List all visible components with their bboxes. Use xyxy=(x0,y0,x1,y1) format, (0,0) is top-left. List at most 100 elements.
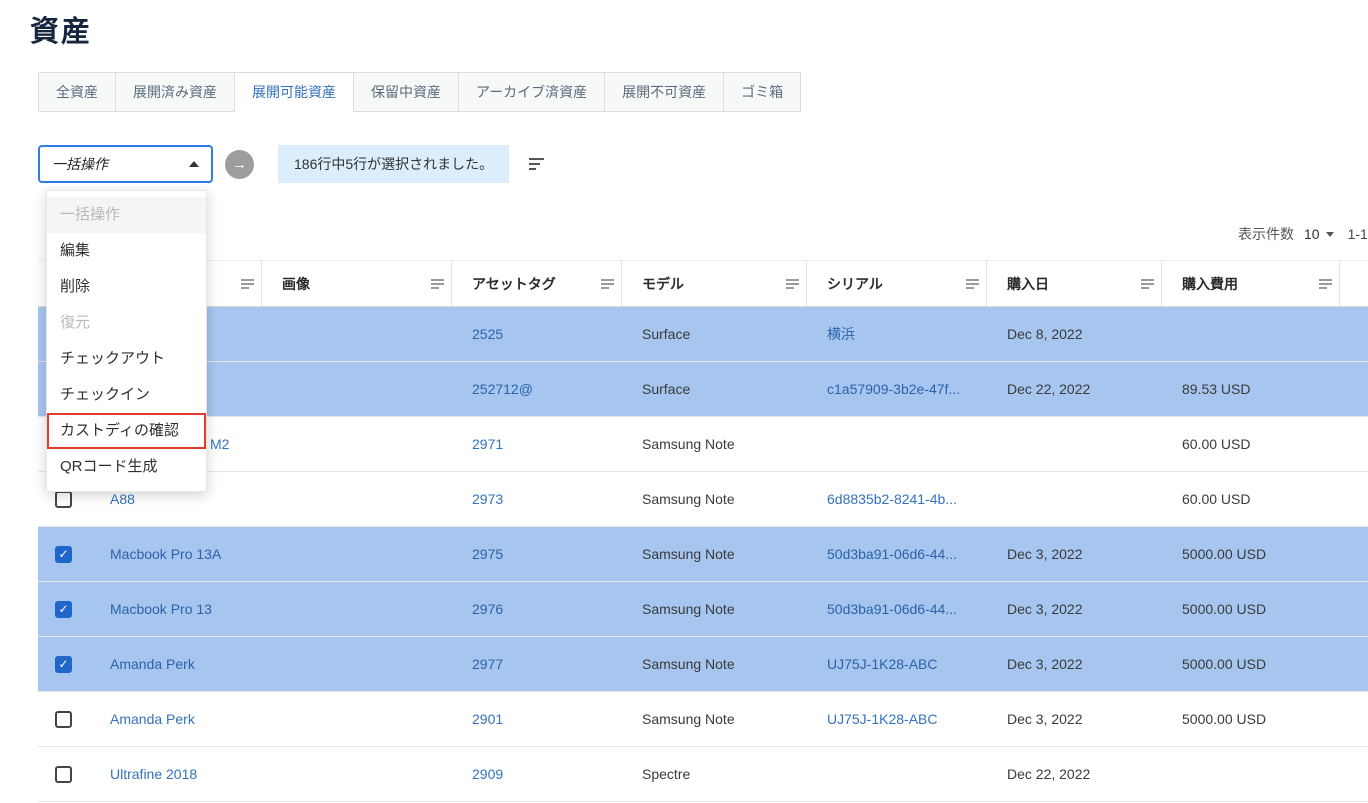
purchase-date-text: Dec 8, 2022 xyxy=(1007,326,1083,342)
sort-lines-icon[interactable] xyxy=(529,155,544,173)
model-text: Samsung Note xyxy=(642,491,735,507)
bulk-action-option[interactable]: QRコード生成 xyxy=(47,449,206,485)
asset-serial-link[interactable]: UJ75J-1K28-ABC xyxy=(827,711,938,727)
column-header-label: シリアル xyxy=(827,274,883,294)
column-filter-icon[interactable] xyxy=(1319,277,1332,291)
asset-tag-link[interactable]: 2901 xyxy=(472,711,503,727)
caret-up-icon xyxy=(189,161,199,167)
asset-tag-link[interactable]: 2976 xyxy=(472,601,503,617)
tab-deployed-assets[interactable]: 展開済み資産 xyxy=(115,72,235,112)
asset-name-link[interactable]: Macbook Pro 13 xyxy=(110,601,212,617)
bulk-action-option[interactable]: 編集 xyxy=(47,233,206,269)
asset-tag-link[interactable]: 2973 xyxy=(472,491,503,507)
column-filter-icon[interactable] xyxy=(1141,277,1154,291)
asset-tag-link[interactable]: 2909 xyxy=(472,766,503,782)
row-checkbox[interactable] xyxy=(55,491,72,508)
row-checkbox[interactable] xyxy=(55,601,72,618)
column-filter-icon[interactable] xyxy=(241,277,254,291)
page-title: 資産 xyxy=(30,8,92,50)
tab-deployable-assets[interactable]: 展開可能資産 xyxy=(234,72,354,112)
tab-undeployable-assets[interactable]: 展開不可資産 xyxy=(604,72,724,112)
purchase-date-text: Dec 3, 2022 xyxy=(1007,711,1083,727)
table-row: A88 2973 Samsung Note 6d8835b2-8241-4b... 60… xyxy=(38,472,1368,527)
bulk-actions-select[interactable]: 一括操作 xyxy=(38,145,213,183)
column-header-label: 画像 xyxy=(282,274,310,294)
purchase-date-text: Dec 3, 2022 xyxy=(1007,546,1083,562)
purchase-date-text: Dec 22, 2022 xyxy=(1007,766,1090,782)
asset-name-link[interactable]: Ultrafine 2018 xyxy=(110,766,197,782)
column-filter-icon[interactable] xyxy=(431,277,444,291)
row-checkbox[interactable] xyxy=(55,546,72,563)
asset-name-link[interactable]: Macbook Pro 13A xyxy=(110,546,221,562)
tab-all-assets[interactable]: 全資産 xyxy=(38,72,116,112)
asset-serial-link[interactable]: 6d8835b2-8241-4b... xyxy=(827,491,957,507)
purchase-cost-text: 5000.00 USD xyxy=(1182,656,1266,672)
bulk-action-option: 一括操作 xyxy=(47,197,206,233)
table-header-row: 画像 アセットタグモデル シリアル 購入日 購入費用 xyxy=(38,260,1368,307)
purchase-date-text: Dec 22, 2022 xyxy=(1007,381,1090,397)
asset-serial-link[interactable]: 50d3ba91-06d6-44... xyxy=(827,601,957,617)
page-size-select[interactable]: 10 xyxy=(1304,226,1334,242)
tab-archived-assets[interactable]: アーカイブ済資産 xyxy=(458,72,605,112)
column-filter-icon[interactable] xyxy=(786,277,799,291)
bulk-action-option[interactable]: 削除 xyxy=(47,269,206,305)
model-text: Spectre xyxy=(642,766,690,782)
asset-name-link[interactable]: Amanda Perk xyxy=(110,711,195,727)
asset-tag-link[interactable]: 2525 xyxy=(472,326,503,342)
model-text: Surface xyxy=(642,381,690,397)
asset-tag-link[interactable]: 2977 xyxy=(472,656,503,672)
arrow-right-icon: → xyxy=(232,157,247,172)
purchase-cost-text: 5000.00 USD xyxy=(1182,711,1266,727)
column-header-image: 画像 xyxy=(262,261,452,306)
purchase-cost-text: 5000.00 USD xyxy=(1182,546,1266,562)
asset-tag-link[interactable]: 2975 xyxy=(472,546,503,562)
asset-tag-link[interactable]: 252712@ xyxy=(472,381,533,397)
pagination-range: 1-1 xyxy=(1348,226,1368,242)
column-header-serial: シリアル xyxy=(807,261,987,306)
asset-name-link[interactable]: Amanda Perk xyxy=(110,656,195,672)
column-header-label: モデル xyxy=(642,274,684,294)
bulk-action-option[interactable]: チェックイン xyxy=(47,377,206,413)
column-header-extra xyxy=(1340,261,1368,306)
asset-serial-link[interactable]: UJ75J-1K28-ABC xyxy=(827,656,938,672)
bulk-actions-menu: 一括操作編集削除復元チェックアウトチェックインカストディの確認QRコード生成 xyxy=(46,190,207,492)
asset-serial-link[interactable]: 50d3ba91-06d6-44... xyxy=(827,546,957,562)
table-row: Amanda Perk2901Samsung NoteUJ75J-1K28-AB… xyxy=(38,692,1368,747)
bulk-action-option: 復元 xyxy=(47,305,206,341)
row-checkbox[interactable] xyxy=(55,711,72,728)
assets-page: 資産 全資産展開済み資産展開可能資産保留中資産アーカイブ済資産展開不可資産ゴミ箱… xyxy=(0,0,1368,803)
purchase-date-text: Dec 3, 2022 xyxy=(1007,601,1083,617)
table-row: Macbook Pro 13A 2975 Samsung Note 50d3ba91-… xyxy=(38,527,1368,582)
column-header-label: 購入日 xyxy=(1007,274,1049,294)
column-header-cost: 購入費用 xyxy=(1162,261,1340,306)
model-text: Samsung Note xyxy=(642,656,735,672)
asset-tag-link[interactable]: 2971 xyxy=(472,436,503,452)
tab-trash[interactable]: ゴミ箱 xyxy=(723,72,801,112)
row-checkbox[interactable] xyxy=(55,656,72,673)
column-filter-icon[interactable] xyxy=(601,277,614,291)
tab-pending-assets[interactable]: 保留中資産 xyxy=(353,72,459,112)
caret-down-icon xyxy=(1326,232,1334,237)
bulk-action-option[interactable]: チェックアウト xyxy=(47,341,206,377)
page-size-value: 10 xyxy=(1304,226,1320,242)
table-row: Amanda Perk 2977 Samsung Note UJ75J-1K28-AB… xyxy=(38,637,1368,692)
bulk-actions-selected-value: 一括操作 xyxy=(52,154,108,174)
table-row: Ultrafine 2018 2909 Spectre Dec 22, 2022 xyxy=(38,747,1368,802)
apply-bulk-action-button[interactable]: → xyxy=(225,150,254,179)
asset-name-link[interactable]: A88 xyxy=(110,491,135,507)
asset-serial-link[interactable]: 横浜 xyxy=(827,326,855,342)
column-filter-icon[interactable] xyxy=(966,277,979,291)
column-header-tag: アセットタグ xyxy=(452,261,622,306)
model-text: Samsung Note xyxy=(642,546,735,562)
column-header-label: 購入費用 xyxy=(1182,274,1238,294)
table-body: 2525 Surface 横浜 Dec 8, 2022 252712@ Surface c1… xyxy=(38,307,1368,802)
table-row: 2525Surface横浜Dec 8, 2022 xyxy=(38,307,1368,362)
table-row: 252712@ Surface c1a57909-3b2e-47f... Dec 22… xyxy=(38,362,1368,417)
asset-name-link[interactable]: M2 xyxy=(210,436,229,452)
asset-serial-link[interactable]: c1a57909-3b2e-47f... xyxy=(827,381,960,397)
model-text: Samsung Note xyxy=(642,601,735,617)
bulk-action-option[interactable]: カストディの確認 xyxy=(47,413,206,449)
column-header-date: 購入日 xyxy=(987,261,1162,306)
purchase-cost-text: 60.00 USD xyxy=(1182,491,1250,507)
row-checkbox[interactable] xyxy=(55,766,72,783)
